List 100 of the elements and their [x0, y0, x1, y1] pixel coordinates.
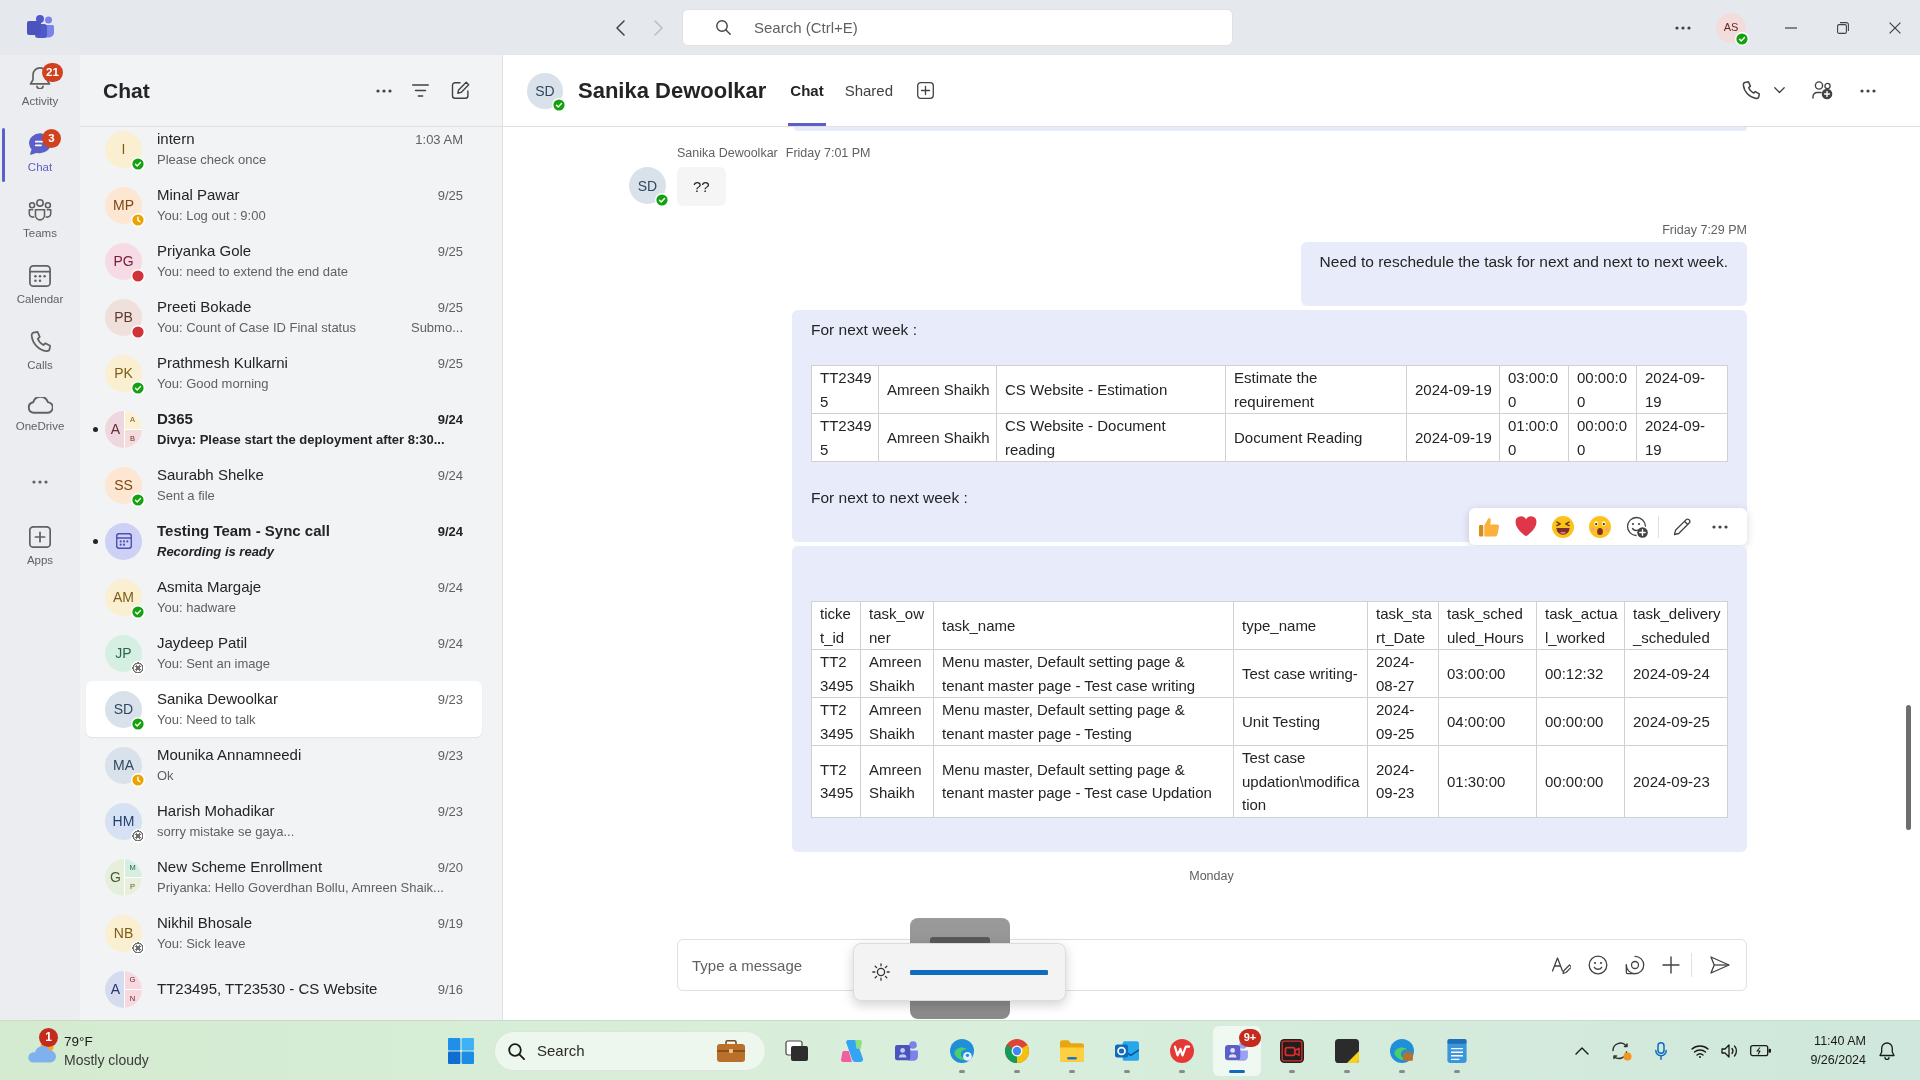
chevron-down-icon[interactable] — [1774, 87, 1785, 94]
column-header: task_actual_worked — [1536, 601, 1625, 650]
table-cell: Amreen Shaikh — [878, 365, 997, 414]
notepad-icon[interactable] — [1445, 1038, 1469, 1063]
chat-preview: You: Need to talk — [157, 711, 256, 729]
send-icon[interactable] — [1710, 956, 1730, 974]
chat-item[interactable]: PK Prathmesh Kulkarni 9/25 You: Good morning — [86, 345, 482, 401]
add-tab-icon[interactable] — [917, 82, 935, 99]
more-icon[interactable] — [1675, 25, 1691, 30]
chat-item[interactable]: SS Saurabh Shelke 9/24 Sent a file — [86, 457, 482, 513]
chat-item[interactable]: AM Asmita Margaje 9/24 You: hadware — [86, 569, 482, 625]
rail-item[interactable]: Chat 3 — [0, 121, 80, 187]
rail-item[interactable]: Teams — [0, 187, 80, 253]
sync-icon[interactable] — [1610, 1040, 1632, 1061]
folder-icon[interactable] — [1060, 1038, 1084, 1063]
chat-name: Mounika Annamneedi — [157, 745, 302, 764]
plus-icon[interactable] — [1662, 956, 1680, 974]
taskbar-search-field[interactable]: Search — [494, 1030, 766, 1071]
restore-icon[interactable] — [1837, 21, 1849, 34]
heart-icon[interactable] — [1515, 515, 1537, 538]
column-header: task_scheduled_Hours — [1438, 601, 1537, 650]
zigzag-app-icon[interactable] — [1170, 1038, 1194, 1063]
chat-time: 1:03 AM — [415, 131, 463, 149]
table-cell: Amreen Shaikh — [860, 697, 934, 746]
table-cell: 2024-09-24 — [1624, 649, 1728, 698]
swirl-icon[interactable] — [1625, 955, 1645, 975]
clock-date[interactable]: 9/26/2024 — [1810, 1050, 1866, 1070]
table-cell: 00:00:00 — [1536, 745, 1625, 817]
pencil-icon[interactable] — [1672, 516, 1692, 537]
swirl-app-icon[interactable] — [840, 1038, 864, 1063]
scrollbar-thumb[interactable] — [1906, 705, 1911, 830]
chat-time: 9/24 — [437, 467, 463, 485]
table-cell: TT23495 — [811, 697, 861, 746]
chat-item[interactable]: HM Harish Mohadikar 9/23 sorry mistake se gaya... — [86, 793, 482, 849]
chevron-up-icon[interactable] — [1575, 1046, 1589, 1055]
thumbs-up-icon[interactable] — [1478, 515, 1500, 538]
chat-item[interactable]: Testing Team - Sync call 9/24 Recording is ready — [86, 513, 482, 569]
minimize-icon[interactable] — [1785, 26, 1797, 29]
start-icon[interactable] — [448, 1037, 474, 1064]
chat-time: 9/25 — [437, 187, 463, 205]
emoji-icon[interactable] — [1588, 955, 1608, 975]
filter-icon[interactable] — [412, 84, 429, 97]
chat-item[interactable]: I intern 1:03 AM Please check once — [86, 127, 482, 177]
weather-condition: Mostly cloudy — [64, 1050, 149, 1070]
rail-item[interactable]: Apps — [0, 526, 80, 592]
chat-preview: You: need to extend the end date — [157, 263, 349, 281]
table-cell: 2024-09-19 — [1406, 413, 1500, 462]
battery-icon[interactable] — [1750, 1044, 1772, 1057]
wifi-icon[interactable] — [1691, 1043, 1709, 1058]
circle-browser-icon[interactable] — [1005, 1038, 1029, 1063]
video-camera-icon[interactable] — [1280, 1038, 1304, 1063]
message-time: Friday 7:01 PM — [785, 145, 871, 161]
more-icon[interactable] — [1712, 524, 1728, 529]
task-view-icon[interactable] — [785, 1038, 809, 1063]
chat-item[interactable]: MA Mounika Annamneedi 9/23 Ok — [86, 737, 482, 793]
chat-preview: Divya: Please start the deployment after 8:30... — [157, 431, 445, 449]
chat-time: 9/20 — [437, 859, 463, 877]
notification-badge: 1 — [39, 1027, 58, 1047]
mail-app-icon[interactable] — [1115, 1038, 1139, 1063]
chat-item[interactable]: SD Sanika Dewoolkar 9/23 You: Need to talk — [86, 681, 482, 737]
chat-item[interactable]: NB Nikhil Bhosale 9/19 You: Sick leave — [86, 905, 482, 961]
rail-item[interactable]: Calls — [0, 319, 80, 385]
rail-item[interactable]: Calendar — [0, 253, 80, 319]
microphone-icon[interactable] — [1655, 1041, 1667, 1060]
sticky-note-icon[interactable] — [1335, 1038, 1359, 1063]
chat-item[interactable]: PG Priyanka Gole 9/25 You: need to extend the end date — [86, 233, 482, 289]
clock-time[interactable]: 11:40 AM — [1814, 1031, 1866, 1051]
laughing-face-icon[interactable] — [1552, 515, 1574, 538]
notification-bell-icon[interactable] — [1879, 1041, 1895, 1060]
speaker-icon[interactable] — [1721, 1043, 1739, 1058]
more-icon[interactable] — [376, 88, 392, 93]
notification-badge: 21 — [42, 63, 63, 82]
phone-icon[interactable] — [1742, 81, 1760, 100]
add-reaction-icon[interactable] — [1626, 515, 1648, 538]
table-cell: Menu master, Default setting page & tenant master page - Test case Updation — [933, 745, 1234, 817]
search-field[interactable]: Search (Ctrl+E) — [682, 9, 1233, 46]
rail-item[interactable]: Activity 21 — [0, 55, 80, 121]
wave-browser-icon[interactable] — [1390, 1038, 1414, 1063]
add-person-icon[interactable] — [1812, 81, 1833, 100]
taskbar-button[interactable]: 9+ — [1213, 1025, 1261, 1076]
text-format-icon[interactable] — [1551, 955, 1571, 975]
compose-icon[interactable] — [451, 81, 470, 100]
chat-item[interactable]: JP Jaydeep Patil 9/24 You: Sent an image — [86, 625, 482, 681]
weather-temperature: 79°F — [64, 1032, 93, 1051]
close-icon[interactable] — [1889, 21, 1901, 34]
chat-time: 9/19 — [437, 915, 463, 933]
table-cell: Amreen Shaikh — [860, 745, 934, 817]
more-icon[interactable] — [1860, 88, 1876, 93]
chat-item[interactable]: PB Preeti Bokade 9/25 You: Count of Case ID Final status Submo... — [86, 289, 482, 345]
rail-item[interactable]: OneDrive — [0, 385, 80, 451]
back-icon[interactable] — [616, 19, 625, 36]
tab[interactable]: Shared — [842, 55, 896, 126]
chat-item[interactable]: MP Minal Pawar 9/25 You: Log out : 9:00 — [86, 177, 482, 233]
chat-name: Asmita Margaje — [157, 577, 262, 596]
table-cell: Amreen Shaikh — [878, 413, 997, 462]
more-icon[interactable] — [31, 480, 49, 484]
wave-browser-icon[interactable] — [950, 1038, 974, 1063]
chat-name: Sanika Dewoolkar — [157, 689, 278, 708]
people-app-icon[interactable] — [895, 1038, 919, 1063]
surprised-face-icon[interactable] — [1589, 515, 1611, 538]
